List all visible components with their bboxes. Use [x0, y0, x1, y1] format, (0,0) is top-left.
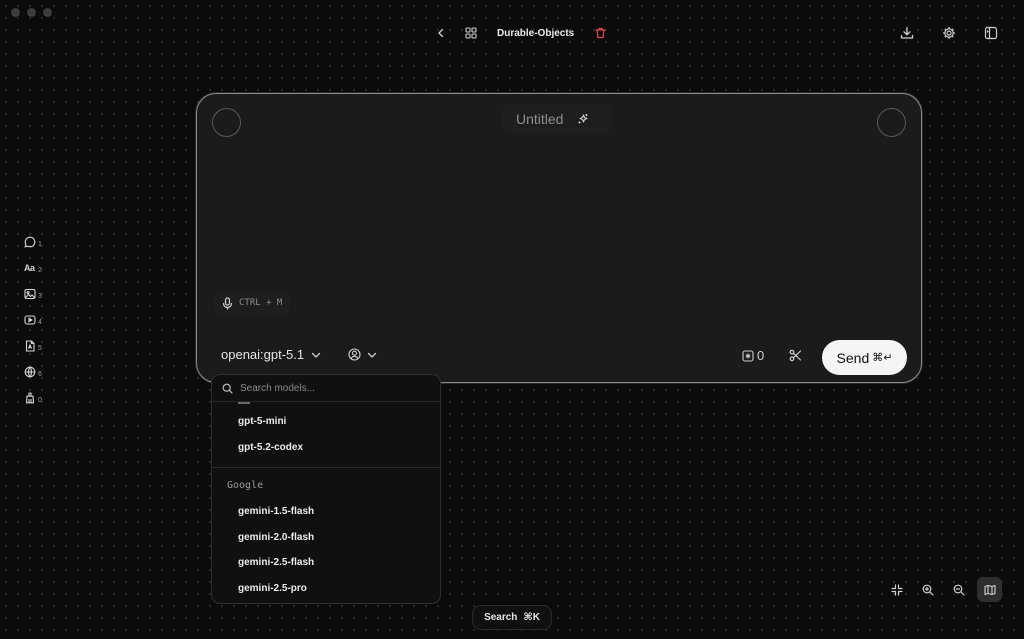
model-option[interactable]: gpt-5-mini [238, 416, 286, 427]
voice-shortcut-hint: CTRL + M [239, 298, 283, 308]
window-controls [11, 8, 52, 17]
send-shortcut: ⌘↵ [872, 352, 893, 364]
tool-shortcut: 1 [38, 241, 42, 248]
cleanup-icon [25, 392, 35, 404]
model-option[interactable]: gpt-5.2-codex [238, 442, 303, 453]
tool-video[interactable]: 4 [20, 310, 48, 330]
tool-shortcut: 4 [38, 319, 42, 326]
sparkles-icon [578, 114, 589, 124]
zoom-in-icon [922, 584, 934, 596]
chat-node-card[interactable]: Untitled CTRL + M openai:gpt-5.1 0 Send … [196, 93, 922, 383]
user-circle-icon [348, 348, 361, 361]
right-connector-handle[interactable] [877, 108, 906, 137]
send-label: Send [836, 349, 870, 366]
sidebar-panel-icon [984, 26, 998, 40]
model-name: openai:gpt-5.1 [221, 347, 305, 362]
tool-text[interactable]: Aa 2 [20, 258, 48, 278]
search-label: Search [484, 612, 518, 623]
persona-selector[interactable] [348, 348, 377, 361]
left-connector-handle[interactable] [212, 108, 241, 137]
model-search [212, 375, 440, 402]
context-items-button[interactable]: 0 [742, 348, 764, 363]
microphone-icon [222, 296, 233, 310]
node-title[interactable]: Untitled [516, 111, 563, 127]
chevron-left-icon [438, 28, 444, 38]
image-icon [24, 288, 36, 300]
zoom-out-button[interactable] [946, 577, 971, 602]
search-icon [222, 383, 233, 394]
tool-image[interactable]: 3 [20, 284, 48, 304]
fit-view-button[interactable] [884, 577, 909, 602]
clipped-item-fragment [238, 402, 250, 404]
document-title[interactable]: Durable-Objects [497, 28, 574, 39]
download-button[interactable] [896, 22, 918, 44]
zoom-in-button[interactable] [915, 577, 940, 602]
context-count: 0 [757, 348, 765, 363]
split-button[interactable] [789, 349, 802, 362]
tool-chat[interactable]: 1 [20, 232, 48, 252]
toggle-sidebar-button[interactable] [980, 22, 1002, 44]
trash-icon [595, 27, 606, 39]
model-option[interactable]: gemini-2.5-flash [238, 557, 314, 568]
model-option[interactable]: gemini-2.0-flash [238, 532, 314, 543]
node-title-pill: Untitled [502, 104, 612, 134]
delete-button[interactable] [590, 22, 610, 44]
close-window-dot[interactable] [11, 8, 20, 17]
group-divider [212, 467, 440, 468]
text-aa-icon: Aa [24, 263, 35, 273]
tool-web[interactable]: 6 [20, 362, 48, 382]
zoom-out-icon [953, 584, 965, 596]
tool-shortcut: 3 [38, 293, 42, 300]
model-option[interactable]: gemini-1.5-flash [238, 506, 314, 517]
gear-icon [943, 27, 955, 39]
zoom-window-dot[interactable] [43, 8, 52, 17]
search-button[interactable]: Search ⌘K [472, 605, 552, 630]
zoom-controls [884, 577, 1007, 602]
scissors-icon [789, 349, 802, 362]
download-icon [900, 26, 914, 39]
collapse-icon [890, 583, 903, 596]
asterisk-square-icon [742, 349, 754, 362]
chat-bubble-icon [24, 236, 36, 248]
header-center: Durable-Objects [431, 22, 610, 44]
spaces-grid-button[interactable] [461, 22, 481, 44]
tool-shortcut: 6 [38, 371, 42, 378]
model-option[interactable]: gemini-2.5-pro [238, 583, 307, 594]
tool-pdf[interactable]: 5 [20, 336, 48, 356]
chevron-down-icon [311, 352, 321, 358]
send-button[interactable]: Send ⌘↵ [822, 340, 907, 375]
model-search-input[interactable] [240, 382, 420, 394]
voice-input-button[interactable]: CTRL + M [214, 291, 291, 315]
minimap-toggle-button[interactable] [977, 577, 1002, 602]
search-shortcut: ⌘K [523, 612, 540, 623]
video-icon [24, 315, 36, 325]
pdf-file-icon [25, 340, 35, 352]
tool-shortcut: 0 [38, 397, 42, 404]
grid-icon [465, 27, 477, 39]
tool-shortcut: 2 [38, 267, 42, 274]
minimize-window-dot[interactable] [27, 8, 36, 17]
group-label-google: Google [227, 480, 264, 491]
generate-title-button[interactable] [577, 113, 589, 125]
model-dropdown: gpt-5-mini gpt-5.2-codex Google gemini-1… [211, 374, 441, 604]
back-button[interactable] [431, 22, 451, 44]
globe-icon [24, 366, 36, 378]
tool-cleanup[interactable]: 0 [20, 388, 48, 408]
tool-rail: 1 Aa 2 3 4 5 6 0 [20, 232, 48, 408]
chevron-down-icon [367, 352, 377, 358]
header-actions [896, 22, 1002, 44]
settings-button[interactable] [938, 22, 960, 44]
model-selector[interactable]: openai:gpt-5.1 [221, 347, 321, 362]
tool-shortcut: 5 [38, 345, 42, 352]
map-icon [983, 584, 996, 595]
